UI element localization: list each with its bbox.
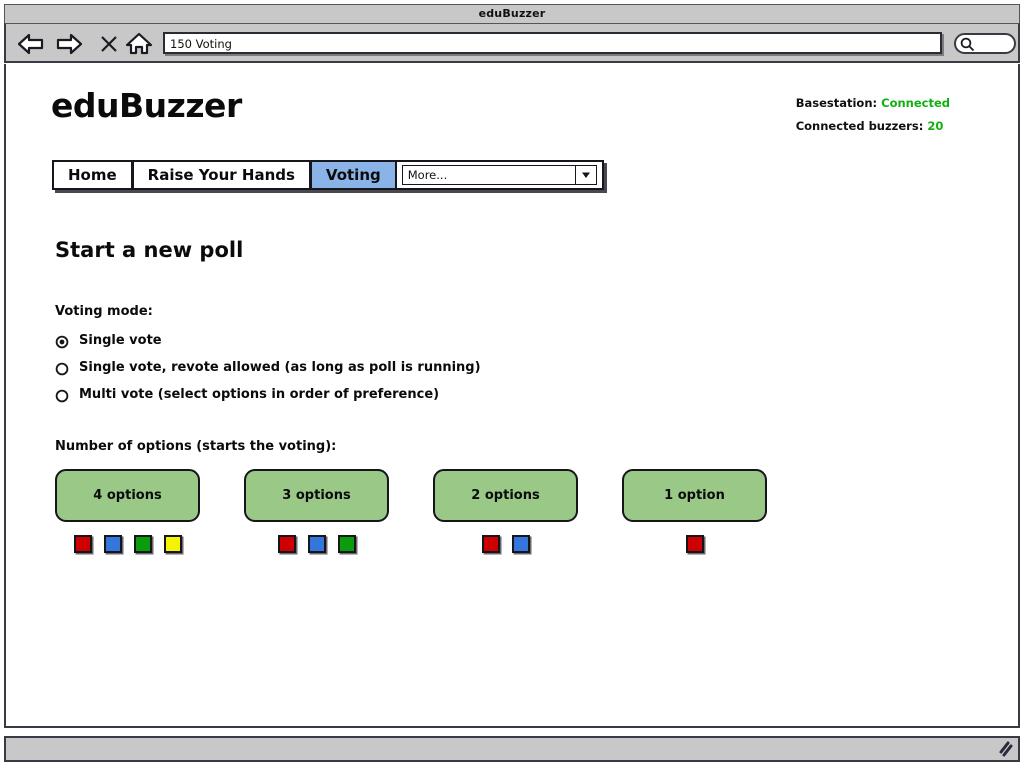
tab-home[interactable]: Home — [52, 160, 132, 190]
buzzers-label: Connected buzzers: — [795, 119, 924, 133]
page-title: Start a new poll — [55, 238, 244, 262]
swatch-yellow — [163, 535, 182, 553]
forward-icon[interactable] — [54, 30, 84, 58]
basestation-value: Connected — [881, 96, 950, 110]
resize-grip-icon[interactable] — [997, 741, 1013, 757]
swatch-row-4 — [55, 535, 200, 553]
swatch-red — [685, 535, 704, 553]
swatch-row-3 — [244, 535, 389, 553]
search-input[interactable] — [954, 33, 1016, 54]
three-options-button[interactable]: 3 options — [244, 469, 389, 522]
browser-toolbar: 150 Voting — [4, 23, 1020, 63]
more-dropdown[interactable]: More... — [395, 160, 604, 190]
swatch-row-2 — [433, 535, 578, 553]
swatch-blue — [103, 535, 122, 553]
chevron-down-icon[interactable] — [574, 166, 596, 184]
more-dropdown-label: More... — [407, 168, 448, 182]
window-titlebar: eduBuzzer — [4, 4, 1020, 24]
url-bar[interactable]: 150 Voting — [163, 32, 942, 54]
radio-single-vote-label: Single vote — [79, 333, 162, 348]
swatch-red — [277, 535, 296, 553]
main-navigation: Home Raise Your Hands Voting More... — [52, 160, 604, 190]
buzzers-value: 20 — [927, 119, 944, 133]
basestation-label: Basestation: — [795, 96, 878, 110]
swatch-red — [73, 535, 92, 553]
voting-mode-label: Voting mode: — [55, 304, 153, 319]
radio-single-vote[interactable]: Single vote — [55, 327, 481, 354]
radio-single-vote-revote[interactable]: Single vote, revote allowed (as long as … — [55, 354, 481, 381]
option-group-4: 4 options — [55, 469, 200, 553]
stop-icon[interactable] — [94, 30, 124, 58]
buzzers-status-row: Connected buzzers: 20 — [796, 115, 950, 138]
two-options-button[interactable]: 2 options — [433, 469, 578, 522]
swatch-green — [133, 535, 152, 553]
connection-status: Basestation: Connected Connected buzzers… — [796, 92, 950, 138]
swatch-row-1 — [622, 535, 767, 553]
swatch-blue — [307, 535, 326, 553]
option-count-buttons: 4 options 3 options 2 options 1 option — [55, 469, 955, 589]
radio-unselected-icon — [55, 361, 69, 375]
browser-statusbar — [4, 736, 1020, 762]
number-of-options-label: Number of options (starts the voting): — [55, 439, 337, 454]
radio-single-vote-revote-label: Single vote, revote allowed (as long as … — [79, 360, 481, 375]
app-logo: eduBuzzer — [51, 86, 242, 125]
radio-unselected-icon — [55, 388, 69, 402]
option-group-1: 1 option — [622, 469, 767, 553]
home-icon[interactable] — [124, 30, 154, 58]
more-dropdown-field[interactable]: More... — [401, 165, 597, 185]
radio-selected-icon — [55, 334, 69, 348]
one-option-button[interactable]: 1 option — [622, 469, 767, 522]
swatch-green — [337, 535, 356, 553]
basestation-status-row: Basestation: Connected — [796, 92, 950, 115]
tab-voting[interactable]: Voting — [309, 160, 396, 190]
option-group-3: 3 options — [244, 469, 389, 553]
swatch-blue — [511, 535, 530, 553]
radio-multi-vote-label: Multi vote (select options in order of p… — [79, 387, 440, 402]
page-content: eduBuzzer Basestation: Connected Connect… — [4, 64, 1020, 728]
search-icon — [959, 36, 976, 57]
swatch-red — [481, 535, 500, 553]
voting-mode-radio-group: Single vote Single vote, revote allowed … — [55, 327, 481, 408]
option-group-2: 2 options — [433, 469, 578, 553]
window-title: eduBuzzer — [478, 7, 546, 20]
tab-raise-your-hands[interactable]: Raise Your Hands — [131, 160, 310, 190]
radio-multi-vote[interactable]: Multi vote (select options in order of p… — [55, 381, 481, 408]
back-icon[interactable] — [16, 30, 46, 58]
url-input[interactable]: 150 Voting — [170, 37, 232, 51]
browser-window: eduBuzzer 150 Voting eduBuzzer Basestati… — [0, 0, 1024, 768]
four-options-button[interactable]: 4 options — [55, 469, 200, 522]
